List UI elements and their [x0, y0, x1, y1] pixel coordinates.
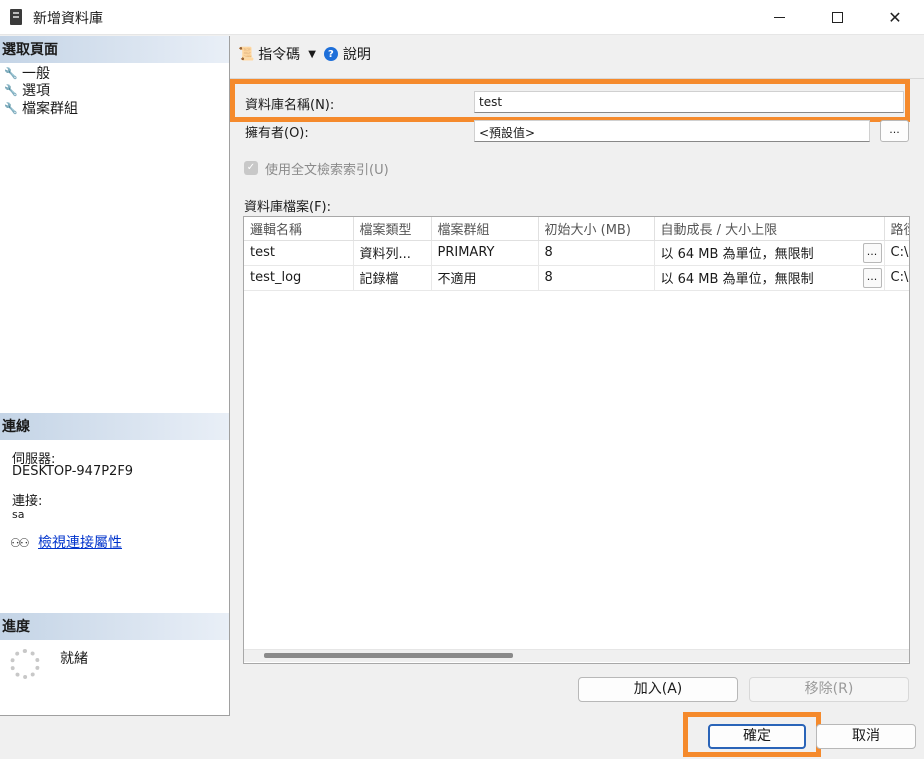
- owner-browse-button[interactable]: ...: [880, 120, 909, 142]
- wrench-icon: 🔧: [4, 66, 18, 80]
- path-cell[interactable]: C:\: [884, 240, 909, 266]
- autogrowth-value: 以 64 MB 為單位，無限制: [660, 247, 814, 262]
- script-dropdown-icon[interactable]: ▼: [308, 49, 316, 60]
- column-header[interactable]: 自動成長 / 大小上限: [654, 217, 885, 241]
- initial-size-cell[interactable]: 8: [538, 240, 655, 266]
- autogrowth-value: 以 64 MB 為單位，無限制: [660, 272, 814, 287]
- title-bar: 新增資料庫 ✕: [0, 0, 924, 35]
- ok-button-highlight: [683, 712, 821, 757]
- connection-label: 連接:: [12, 494, 43, 509]
- column-header[interactable]: 路徑: [884, 217, 909, 241]
- initial-size-cell[interactable]: 8: [538, 265, 655, 291]
- fulltext-checkbox[interactable]: ✓: [244, 161, 258, 175]
- autogrowth-browse-button[interactable]: ...: [862, 267, 882, 288]
- logical-name-cell[interactable]: test: [244, 240, 354, 266]
- owner-label: 擁有者(O):: [245, 126, 309, 141]
- server-value: DESKTOP-947P2F9: [12, 464, 134, 479]
- grid-header-row: 邏輯名稱 檔案類型 檔案群組 初始大小 (MB) 自動成長 / 大小上限 路徑: [244, 217, 909, 241]
- progress-spinner-icon: [10, 649, 40, 679]
- database-icon: [10, 9, 22, 25]
- script-button[interactable]: 指令碼: [258, 44, 300, 64]
- close-button[interactable]: ✕: [866, 0, 924, 35]
- page-label: 選項: [22, 83, 50, 99]
- path-cell[interactable]: C:\: [884, 265, 909, 291]
- autogrowth-browse-button[interactable]: ...: [862, 242, 882, 263]
- window-title: 新增資料庫: [33, 11, 103, 27]
- logical-name-cell[interactable]: test_log: [244, 265, 354, 291]
- select-page-header: 選取頁面: [0, 36, 229, 63]
- page-item-filegroups[interactable]: 🔧 檔案群組: [4, 99, 78, 117]
- file-type-cell[interactable]: 資料列...: [353, 240, 432, 266]
- cancel-button[interactable]: 取消: [816, 724, 916, 749]
- add-button[interactable]: 加入(A): [578, 677, 738, 702]
- fulltext-label: 使用全文檢索索引(U): [265, 163, 389, 178]
- close-icon: ✕: [888, 8, 902, 27]
- owner-input[interactable]: <預設值>: [474, 120, 870, 142]
- column-header[interactable]: 邏輯名稱: [244, 217, 354, 241]
- help-icon: ?: [323, 47, 338, 61]
- page-item-options[interactable]: 🔧 選項: [4, 81, 50, 99]
- autogrowth-cell[interactable]: 以 64 MB 為單位，無限制...: [654, 265, 885, 291]
- database-files-grid: 邏輯名稱 檔案類型 檔案群組 初始大小 (MB) 自動成長 / 大小上限 路徑 …: [243, 216, 910, 664]
- filegroup-cell[interactable]: PRIMARY: [431, 240, 539, 266]
- minimize-icon: [773, 17, 785, 18]
- horizontal-scrollbar-thumb[interactable]: [264, 653, 513, 658]
- page-label: 檔案群組: [22, 101, 78, 117]
- connection-header: 連線: [0, 413, 229, 440]
- script-icon: 📜: [238, 46, 255, 62]
- minimize-button[interactable]: [750, 0, 808, 35]
- db-files-label: 資料庫檔案(F):: [244, 200, 332, 215]
- autogrowth-cell[interactable]: 以 64 MB 為單位，無限制...: [654, 240, 885, 266]
- progress-header: 進度: [0, 613, 229, 640]
- filegroup-cell[interactable]: 不適用: [431, 265, 539, 291]
- connection-value: sa: [12, 508, 25, 521]
- view-connection-properties-link[interactable]: 檢視連接屬性: [38, 532, 122, 552]
- connection-properties-icon: ⚇⚇: [10, 536, 29, 550]
- maximize-button[interactable]: [808, 0, 866, 35]
- toolbar: 📜 指令碼 ▼ ? 說明: [238, 44, 371, 64]
- wrench-icon: 🔧: [4, 101, 18, 115]
- column-header[interactable]: 檔案類型: [353, 217, 432, 241]
- column-header[interactable]: 檔案群組: [431, 217, 539, 241]
- file-type-cell[interactable]: 記錄檔: [353, 265, 432, 291]
- left-pane: 選取頁面 🔧 一般 🔧 選項 🔧 檔案群組 連線 伺服器: DESKTOP-94…: [0, 36, 230, 716]
- wrench-icon: 🔧: [4, 83, 18, 97]
- db-name-highlight: [230, 79, 910, 122]
- column-header[interactable]: 初始大小 (MB): [538, 217, 655, 241]
- remove-button[interactable]: 移除(R): [749, 677, 909, 702]
- table-row[interactable]: test 資料列... PRIMARY 8 以 64 MB 為單位，無限制...…: [244, 240, 909, 266]
- table-row[interactable]: test_log 記錄檔 不適用 8 以 64 MB 為單位，無限制... C:…: [244, 265, 909, 291]
- maximize-icon: [831, 12, 843, 23]
- help-button[interactable]: 說明: [343, 44, 371, 64]
- progress-status: 就緒: [60, 651, 88, 667]
